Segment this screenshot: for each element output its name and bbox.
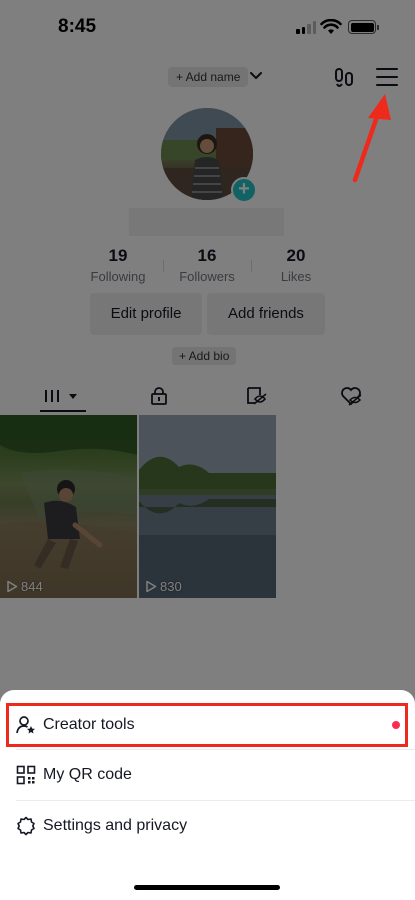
profile-screen: 8:45 + Add name +	[0, 0, 415, 900]
menu-item-label: My QR code	[43, 766, 132, 783]
annotation-arrow-icon	[352, 94, 391, 183]
menu-item-qr-code[interactable]: My QR code	[0, 750, 415, 800]
gear-icon	[17, 816, 35, 836]
menu-item-label: Settings and privacy	[43, 817, 188, 834]
qr-code-icon	[16, 765, 36, 785]
annotation-highlight-box	[6, 703, 408, 747]
menu-item-settings[interactable]: Settings and privacy	[0, 801, 415, 851]
home-indicator[interactable]	[134, 885, 280, 890]
